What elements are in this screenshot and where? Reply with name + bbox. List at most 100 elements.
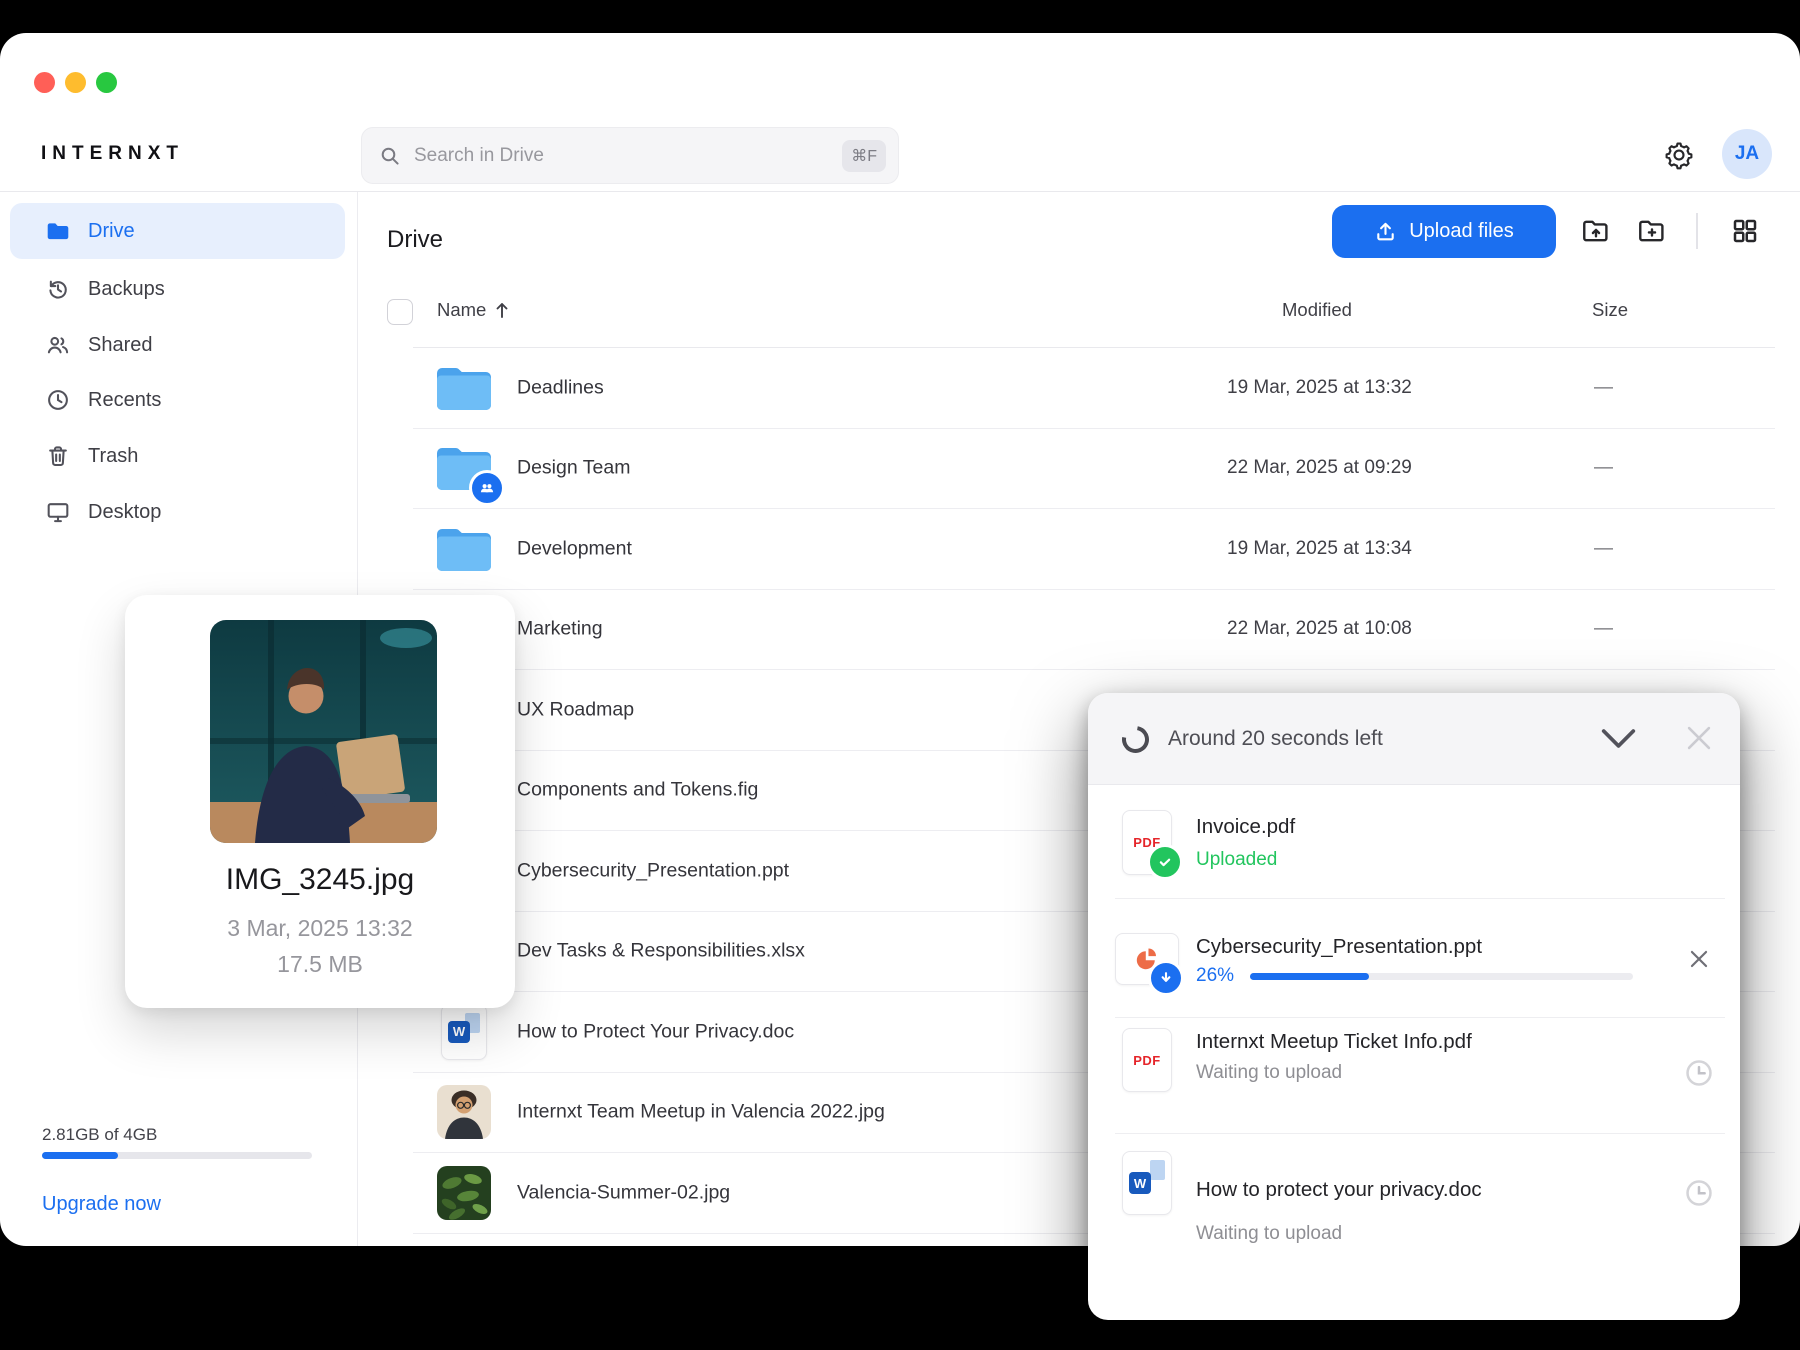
file-size: — bbox=[1594, 457, 1613, 479]
column-modified-label: Modified bbox=[1282, 299, 1352, 320]
upload-item-name: How to protect your privacy.doc bbox=[1196, 1178, 1482, 1201]
page-title: Drive bbox=[387, 226, 444, 253]
column-header-size[interactable]: Size bbox=[1592, 299, 1628, 321]
close-icon bbox=[1686, 946, 1712, 972]
column-name-label: Name bbox=[437, 299, 487, 320]
sidebar-item-drive[interactable]: Drive bbox=[10, 203, 345, 259]
file-preview-card: IMG_3245.jpg 3 Mar, 2025 13:32 17.5 MB bbox=[125, 595, 515, 1008]
column-header-modified[interactable]: Modified bbox=[1282, 299, 1352, 321]
folder-plus-icon bbox=[1636, 215, 1668, 247]
word-doc-icon: W bbox=[1122, 1151, 1172, 1215]
sidebar-item-recents[interactable]: Recents bbox=[10, 372, 345, 428]
sidebar-item-label: Shared bbox=[88, 333, 153, 356]
clock-icon bbox=[45, 387, 71, 413]
minimize-window-button[interactable] bbox=[64, 72, 86, 93]
magnifier-icon bbox=[379, 145, 401, 167]
file-name: Design Team bbox=[517, 456, 631, 479]
file-name: Development bbox=[517, 537, 632, 560]
preview-size: 17.5 MB bbox=[277, 951, 363, 977]
file-name: Components and Tokens.fig bbox=[517, 778, 759, 801]
internxt-logo: INTERNXT bbox=[41, 143, 184, 164]
file-size: — bbox=[1594, 376, 1613, 398]
trash-icon bbox=[45, 443, 71, 469]
shared-badge-icon bbox=[469, 469, 505, 506]
preview-image bbox=[210, 620, 437, 843]
close-panel-button[interactable] bbox=[1682, 721, 1716, 755]
screen: INTERNXT Search in Drive ⌘F JA Drive Bac… bbox=[0, 0, 1800, 1350]
upload-panel-header: Around 20 seconds left bbox=[1088, 693, 1740, 785]
storage-progressbar bbox=[42, 1152, 312, 1159]
sidebar-item-shared[interactable]: Shared bbox=[10, 317, 345, 373]
panel-divider bbox=[1115, 1133, 1725, 1134]
collapse-panel-button[interactable] bbox=[1600, 727, 1637, 750]
download-arrow-icon bbox=[1148, 960, 1184, 996]
upload-item-status: Waiting to upload bbox=[1196, 1223, 1343, 1244]
storage-progress-fill bbox=[42, 1152, 118, 1159]
waiting-clock-icon bbox=[1683, 1057, 1715, 1089]
spinner-icon bbox=[1116, 720, 1155, 759]
upload-item-name: Invoice.pdf bbox=[1196, 815, 1296, 838]
file-name: Internxt Team Meetup in Valencia 2022.jp… bbox=[517, 1100, 885, 1123]
sidebar-item-desktop[interactable]: Desktop bbox=[10, 484, 345, 540]
upload-progress-fill bbox=[1250, 973, 1369, 980]
waiting-clock-icon bbox=[1683, 1177, 1715, 1209]
column-size-label: Size bbox=[1592, 299, 1628, 320]
monitor-icon bbox=[45, 499, 71, 525]
table-row[interactable]: Deadlines 19 Mar, 2025 at 13:32 — bbox=[413, 348, 1775, 429]
file-name: Valencia-Summer-02.jpg bbox=[517, 1181, 731, 1204]
file-name: Marketing bbox=[517, 617, 603, 640]
file-size: — bbox=[1594, 537, 1613, 559]
storage-usage-label: 2.81GB of 4GB bbox=[42, 1125, 158, 1144]
table-row[interactable]: Development 19 Mar, 2025 at 13:34 — bbox=[413, 509, 1775, 590]
upload-folder-button[interactable] bbox=[1579, 214, 1613, 248]
upload-item-name: Internxt Meetup Ticket Info.pdf bbox=[1196, 1030, 1472, 1053]
settings-button[interactable] bbox=[1664, 140, 1694, 170]
file-modified: 19 Mar, 2025 at 13:32 bbox=[1227, 376, 1412, 398]
upload-icon bbox=[1374, 220, 1397, 243]
preview-date: 3 Mar, 2025 13:32 bbox=[227, 915, 413, 941]
search-input[interactable]: Search in Drive ⌘F bbox=[361, 127, 899, 184]
sidebar-item-trash[interactable]: Trash bbox=[10, 428, 345, 484]
panel-divider bbox=[1115, 1017, 1725, 1018]
file-name: Dev Tasks & Responsibilities.xlsx bbox=[517, 939, 805, 962]
folder-icon bbox=[437, 527, 491, 571]
file-size: — bbox=[1594, 618, 1613, 640]
upload-time-remaining: Around 20 seconds left bbox=[1168, 727, 1383, 750]
toolbar-separator bbox=[1696, 213, 1698, 249]
upgrade-now-link[interactable]: Upgrade now bbox=[42, 1193, 161, 1216]
cancel-upload-button[interactable] bbox=[1686, 946, 1712, 972]
sidebar-item-label: Desktop bbox=[88, 500, 162, 523]
column-header-name[interactable]: Name bbox=[437, 299, 510, 321]
folder-icon bbox=[45, 218, 71, 244]
sidebar-item-label: Trash bbox=[88, 444, 139, 467]
upload-files-button[interactable]: Upload files bbox=[1332, 205, 1556, 258]
table-row[interactable]: Marketing 22 Mar, 2025 at 10:08 — bbox=[413, 590, 1775, 670]
zoom-window-button[interactable] bbox=[95, 72, 117, 93]
photo-thumbnail bbox=[437, 1085, 491, 1140]
file-name: How to Protect Your Privacy.doc bbox=[517, 1020, 795, 1043]
grid-view-icon bbox=[1730, 216, 1760, 246]
upload-progressbar bbox=[1250, 973, 1633, 980]
folder-upload-icon bbox=[1580, 215, 1612, 247]
sidebar-item-label: Drive bbox=[88, 219, 135, 242]
table-row[interactable]: Design Team 22 Mar, 2025 at 09:29 — bbox=[413, 429, 1775, 509]
select-all-checkbox[interactable] bbox=[387, 299, 413, 325]
upload-item-percent: 26% bbox=[1196, 965, 1235, 986]
close-window-button[interactable] bbox=[33, 72, 55, 93]
file-name: UX Roadmap bbox=[517, 698, 635, 721]
photo-thumbnail bbox=[437, 1165, 491, 1220]
file-name: Cybersecurity_Presentation.ppt bbox=[517, 859, 790, 882]
user-avatar[interactable]: JA bbox=[1722, 129, 1772, 179]
word-doc-icon: W bbox=[437, 1003, 491, 1060]
search-shortcut-badge: ⌘F bbox=[842, 139, 886, 172]
grid-view-button[interactable] bbox=[1728, 214, 1762, 248]
people-icon bbox=[45, 332, 71, 358]
preview-filename: IMG_3245.jpg bbox=[225, 863, 415, 896]
sidebar-item-backups[interactable]: Backups bbox=[10, 261, 345, 317]
upload-item-status: Uploaded bbox=[1196, 849, 1278, 870]
chevron-down-icon bbox=[1600, 727, 1637, 750]
new-folder-button[interactable] bbox=[1635, 214, 1669, 248]
folder-icon bbox=[437, 366, 491, 410]
upload-item-name: Cybersecurity_Presentation.ppt bbox=[1196, 935, 1483, 958]
sidebar-item-label: Backups bbox=[88, 277, 165, 300]
